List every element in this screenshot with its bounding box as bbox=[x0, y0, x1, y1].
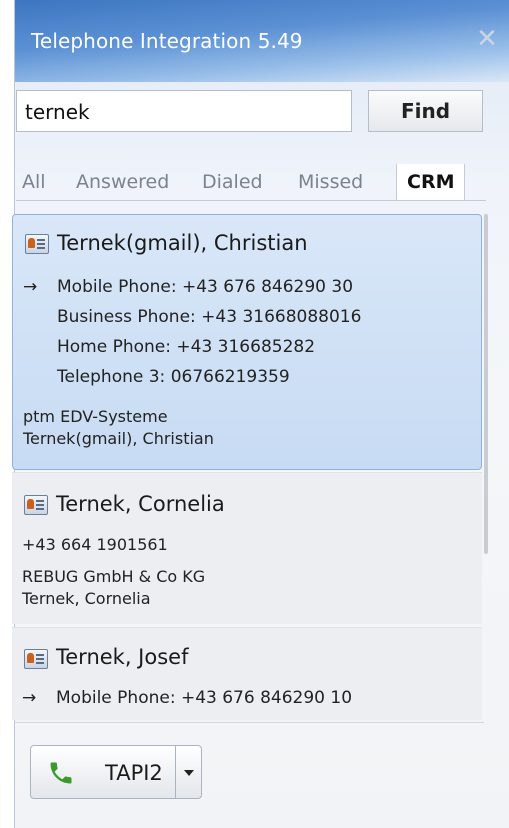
tab-dialed[interactable]: Dialed bbox=[202, 164, 263, 200]
footer-divider bbox=[14, 722, 484, 723]
results-list: Ternek(gmail), Christian → Mobile Phone:… bbox=[12, 214, 484, 720]
arrow-icon: → bbox=[22, 688, 37, 708]
tab-missed[interactable]: Missed bbox=[298, 164, 363, 200]
display-name: Ternek, Cornelia bbox=[22, 589, 151, 608]
dial-button[interactable]: TAPI2 bbox=[30, 745, 176, 799]
contact-card-icon bbox=[24, 495, 48, 515]
phone-number[interactable]: +43 664 1901561 bbox=[22, 535, 168, 554]
arrow-icon: → bbox=[23, 277, 38, 297]
contact-name: Ternek(gmail), Christian bbox=[57, 231, 308, 255]
contact-card-icon bbox=[24, 649, 48, 669]
result-card-1[interactable]: Ternek(gmail), Christian → Mobile Phone:… bbox=[12, 214, 482, 470]
phone-icon bbox=[50, 762, 72, 784]
tab-crm[interactable]: CRM bbox=[396, 164, 466, 200]
result-card-2[interactable]: Ternek, Cornelia +43 664 1901561 REBUG G… bbox=[12, 472, 482, 624]
contact-name: Ternek, Cornelia bbox=[56, 492, 225, 516]
filter-tabs: All Answered Dialed Missed CRM bbox=[16, 164, 486, 200]
contact-name: Ternek, Josef bbox=[56, 645, 189, 669]
window-title: Telephone Integration 5.49 bbox=[31, 29, 303, 53]
dial-options-dropdown[interactable] bbox=[176, 745, 202, 799]
phone-number[interactable]: Telephone 3: 06766219359 bbox=[57, 367, 290, 387]
tab-answered[interactable]: Answered bbox=[76, 164, 169, 200]
display-name: Ternek(gmail), Christian bbox=[23, 429, 214, 448]
phone-number[interactable]: Home Phone: +43 316685282 bbox=[57, 337, 315, 357]
search-input[interactable]: ternek bbox=[16, 90, 352, 132]
phone-number[interactable]: Mobile Phone: +43 676 846290 10 bbox=[56, 688, 352, 708]
tab-all[interactable]: All bbox=[22, 164, 46, 200]
find-button[interactable]: Find bbox=[368, 90, 483, 132]
close-icon[interactable]: ✕ bbox=[474, 26, 500, 52]
scrollbar[interactable] bbox=[484, 214, 488, 554]
tab-divider bbox=[16, 200, 486, 201]
phone-number[interactable]: Business Phone: +43 31668088016 bbox=[57, 307, 361, 327]
company-name: ptm EDV-Systeme bbox=[23, 407, 168, 426]
phone-number[interactable]: Mobile Phone: +43 676 846290 30 bbox=[57, 277, 353, 297]
title-bar: Telephone Integration 5.49 ✕ bbox=[15, 0, 509, 82]
dial-button-label: TAPI2 bbox=[105, 761, 163, 785]
result-card-3[interactable]: Ternek, Josef → Mobile Phone: +43 676 84… bbox=[12, 627, 482, 720]
contact-card-icon bbox=[25, 234, 49, 254]
company-name: REBUG GmbH & Co KG bbox=[22, 567, 206, 586]
chevron-down-icon bbox=[184, 770, 194, 776]
